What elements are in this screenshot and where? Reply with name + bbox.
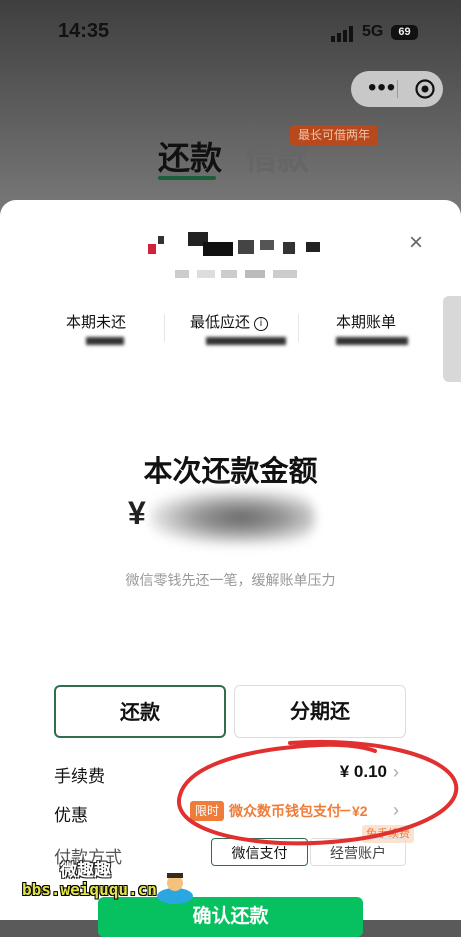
info-icon[interactable]: i	[254, 317, 269, 331]
current-unpaid-label: 本期未还	[66, 314, 127, 331]
close-target-icon[interactable]	[415, 79, 435, 99]
stat-divider	[298, 314, 299, 342]
stat-divider	[164, 314, 165, 342]
installment-option-button[interactable]: 分期还	[234, 685, 406, 738]
min-due-label: 最低应还	[190, 314, 251, 331]
network-type: 5G	[362, 23, 384, 40]
active-tab-indicator	[158, 176, 216, 180]
more-menu-button[interactable]: •••	[368, 76, 396, 100]
discount-description[interactable]: 微众数币钱包支付	[229, 801, 341, 821]
side-edge-tab[interactable]	[443, 296, 461, 382]
redacted-min-due-value	[206, 337, 286, 345]
mascot-icon	[157, 873, 193, 904]
business-account-option[interactable]: 经营账户	[310, 838, 406, 866]
chevron-right-icon[interactable]: ›	[393, 762, 399, 783]
wechat-pay-option[interactable]: 微信支付	[211, 838, 308, 866]
fee-value: ¥ 0.10	[339, 762, 387, 781]
currency-symbol: ¥	[128, 495, 146, 531]
discount-label: 优惠	[54, 806, 88, 825]
discount-amount: －¥2	[338, 803, 368, 819]
redacted-amount	[150, 490, 315, 545]
tab-repay[interactable]: 还款	[158, 133, 222, 179]
borrow-promo-badge: 最长可借两年	[290, 125, 379, 146]
mini-program-capsule: •••	[351, 71, 443, 107]
amount-hint: 微信零钱先还一笔，缓解账单压力	[125, 572, 336, 588]
chevron-right-icon[interactable]: ›	[393, 800, 399, 821]
capsule-divider	[397, 80, 398, 98]
redacted-card-name	[148, 232, 320, 256]
battery-icon: 69	[391, 25, 418, 40]
current-bill-label: 本期账单	[336, 314, 397, 331]
limited-time-badge: 限时	[190, 801, 225, 821]
status-bar: 14:35 5G 69	[0, 20, 461, 50]
redacted-unpaid-value	[86, 337, 124, 345]
signal-icon	[331, 26, 353, 42]
close-icon[interactable]: ×	[409, 231, 429, 255]
status-time: 14:35	[58, 20, 110, 42]
watermark-url: bbs.weiququ.cn	[22, 880, 157, 899]
watermark-title: 微趣趣	[60, 861, 111, 880]
repay-option-button[interactable]: 还款	[54, 685, 226, 738]
confirm-repay-button[interactable]: 确认还款	[98, 897, 363, 937]
amount-title: 本次还款金额	[143, 456, 318, 488]
redacted-bill-value	[336, 337, 408, 345]
redacted-card-number	[175, 270, 297, 278]
fee-label: 手续费	[54, 767, 105, 786]
min-due-label-wrap: 最低应还 i	[190, 311, 269, 332]
